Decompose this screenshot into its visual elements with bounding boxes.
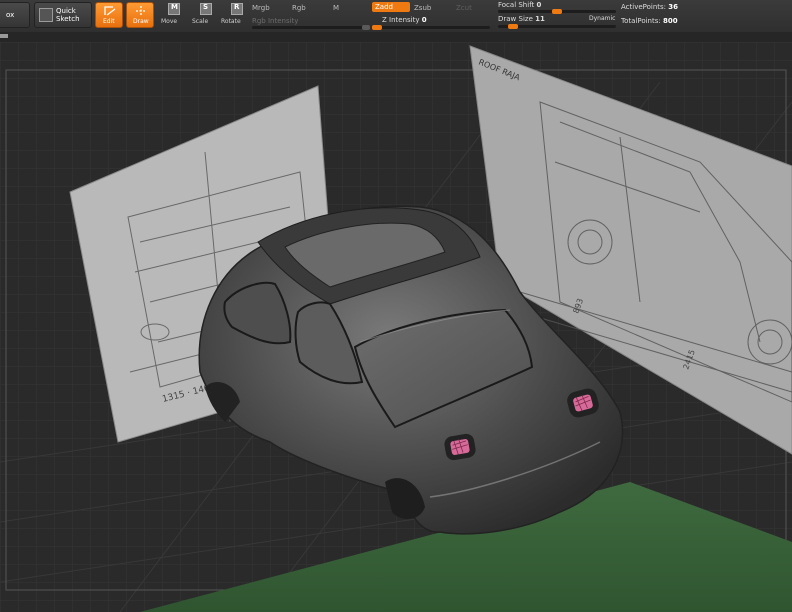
z-intensity-label: Z Intensity 0 bbox=[382, 16, 427, 24]
zadd-button[interactable]: Zadd bbox=[372, 2, 410, 12]
quick-sketch-button[interactable]: Quick Sketch bbox=[34, 2, 92, 28]
strip-handle[interactable] bbox=[0, 34, 8, 38]
draw-size-slider[interactable] bbox=[498, 24, 616, 29]
top-toolbar: ox Quick Sketch Edit Draw M Move S Scale… bbox=[0, 0, 792, 33]
zsub-toggle[interactable]: Zsub bbox=[414, 4, 431, 12]
active-points-value: 36 bbox=[668, 3, 679, 11]
left-stub-label: ox bbox=[6, 11, 15, 19]
toolbar-divider-strip bbox=[0, 32, 792, 42]
rgb-intensity-slider[interactable] bbox=[252, 25, 370, 30]
focal-shift-value: 0 bbox=[536, 1, 542, 9]
mrgb-toggle[interactable]: Mrgb bbox=[252, 4, 270, 12]
active-points-label: ActivePoints: bbox=[621, 3, 667, 11]
total-points-label: TotalPoints: bbox=[621, 17, 661, 25]
edit-label: Edit bbox=[103, 18, 115, 25]
draw-size-label: Draw Size 11 bbox=[498, 15, 545, 23]
zadd-label: Zadd bbox=[375, 3, 393, 11]
total-points-value: 800 bbox=[662, 17, 678, 25]
rotate-button[interactable]: R Rotate bbox=[220, 2, 246, 28]
rgb-intensity-label: Rgb Intensity bbox=[252, 17, 299, 25]
edit-icon bbox=[104, 6, 116, 16]
rgb-toggle[interactable]: Rgb bbox=[292, 4, 306, 12]
z-intensity-slider[interactable] bbox=[372, 25, 490, 30]
draw-size-knob[interactable] bbox=[508, 24, 518, 29]
scale-label: Scale bbox=[192, 18, 209, 25]
total-points-stat: TotalPoints: 800 bbox=[621, 17, 678, 25]
draw-size-text: Draw Size bbox=[498, 15, 533, 23]
move-key: M bbox=[171, 3, 178, 11]
quick-sketch-icon bbox=[39, 8, 53, 22]
focal-shift-knob[interactable] bbox=[552, 9, 562, 14]
move-button[interactable]: M Move bbox=[160, 2, 182, 28]
draw-icon bbox=[136, 6, 146, 16]
m-toggle[interactable]: M bbox=[333, 4, 339, 12]
rotate-label: Rotate bbox=[221, 18, 241, 25]
rotate-key: R bbox=[234, 3, 240, 11]
3d-canvas-viewport[interactable]: 1315 · 1400 ROOF RAJA 2415 893 bbox=[0, 42, 792, 612]
draw-button[interactable]: Draw bbox=[126, 2, 154, 28]
z-intensity-text: Z Intensity bbox=[382, 16, 420, 24]
quick-sketch-label: Quick Sketch bbox=[56, 7, 80, 23]
active-points-stat: ActivePoints: 36 bbox=[621, 3, 678, 11]
z-intensity-value: 0 bbox=[421, 16, 427, 24]
move-label: Move bbox=[161, 18, 178, 25]
focal-shift-label: Focal Shift 0 bbox=[498, 1, 541, 9]
z-intensity-knob[interactable] bbox=[372, 25, 382, 30]
dynamic-toggle[interactable]: Dynamic bbox=[589, 15, 615, 22]
edit-button[interactable]: Edit bbox=[95, 2, 123, 28]
left-stub-button[interactable]: ox bbox=[0, 2, 30, 28]
draw-label: Draw bbox=[133, 18, 149, 25]
scale-button[interactable]: S Scale bbox=[190, 2, 214, 28]
focal-shift-slider[interactable] bbox=[498, 9, 616, 14]
scale-key: S bbox=[203, 3, 209, 11]
scene-svg: 1315 · 1400 ROOF RAJA 2415 893 bbox=[0, 42, 792, 612]
draw-size-value: 11 bbox=[535, 15, 545, 23]
zcut-toggle[interactable]: Zcut bbox=[456, 4, 472, 12]
focal-shift-text: Focal Shift bbox=[498, 1, 535, 9]
